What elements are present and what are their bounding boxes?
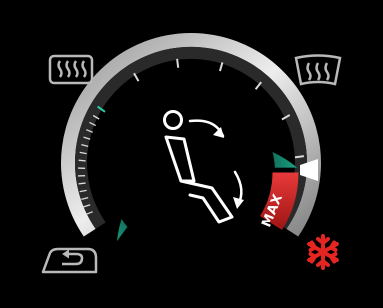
dial-bottom-mask bbox=[100, 242, 283, 308]
dial-major-tick bbox=[294, 155, 305, 159]
ac-max-button[interactable] bbox=[303, 232, 343, 272]
front-defrost-button[interactable] bbox=[291, 54, 345, 92]
recirculation-button[interactable] bbox=[40, 244, 100, 276]
front-defrost-icon bbox=[294, 54, 342, 86]
dial-major-tick bbox=[218, 62, 224, 72]
climate-screen: MAX bbox=[0, 0, 383, 308]
rear-defrost-button[interactable] bbox=[48, 54, 94, 92]
dial-fine-tick bbox=[78, 182, 86, 185]
dial-fine-tick bbox=[78, 159, 86, 162]
snowflake-icon bbox=[307, 234, 339, 270]
recirculation-icon bbox=[41, 247, 98, 274]
dial-major-tick bbox=[176, 58, 180, 68]
rear-defrost-icon bbox=[48, 54, 94, 85]
